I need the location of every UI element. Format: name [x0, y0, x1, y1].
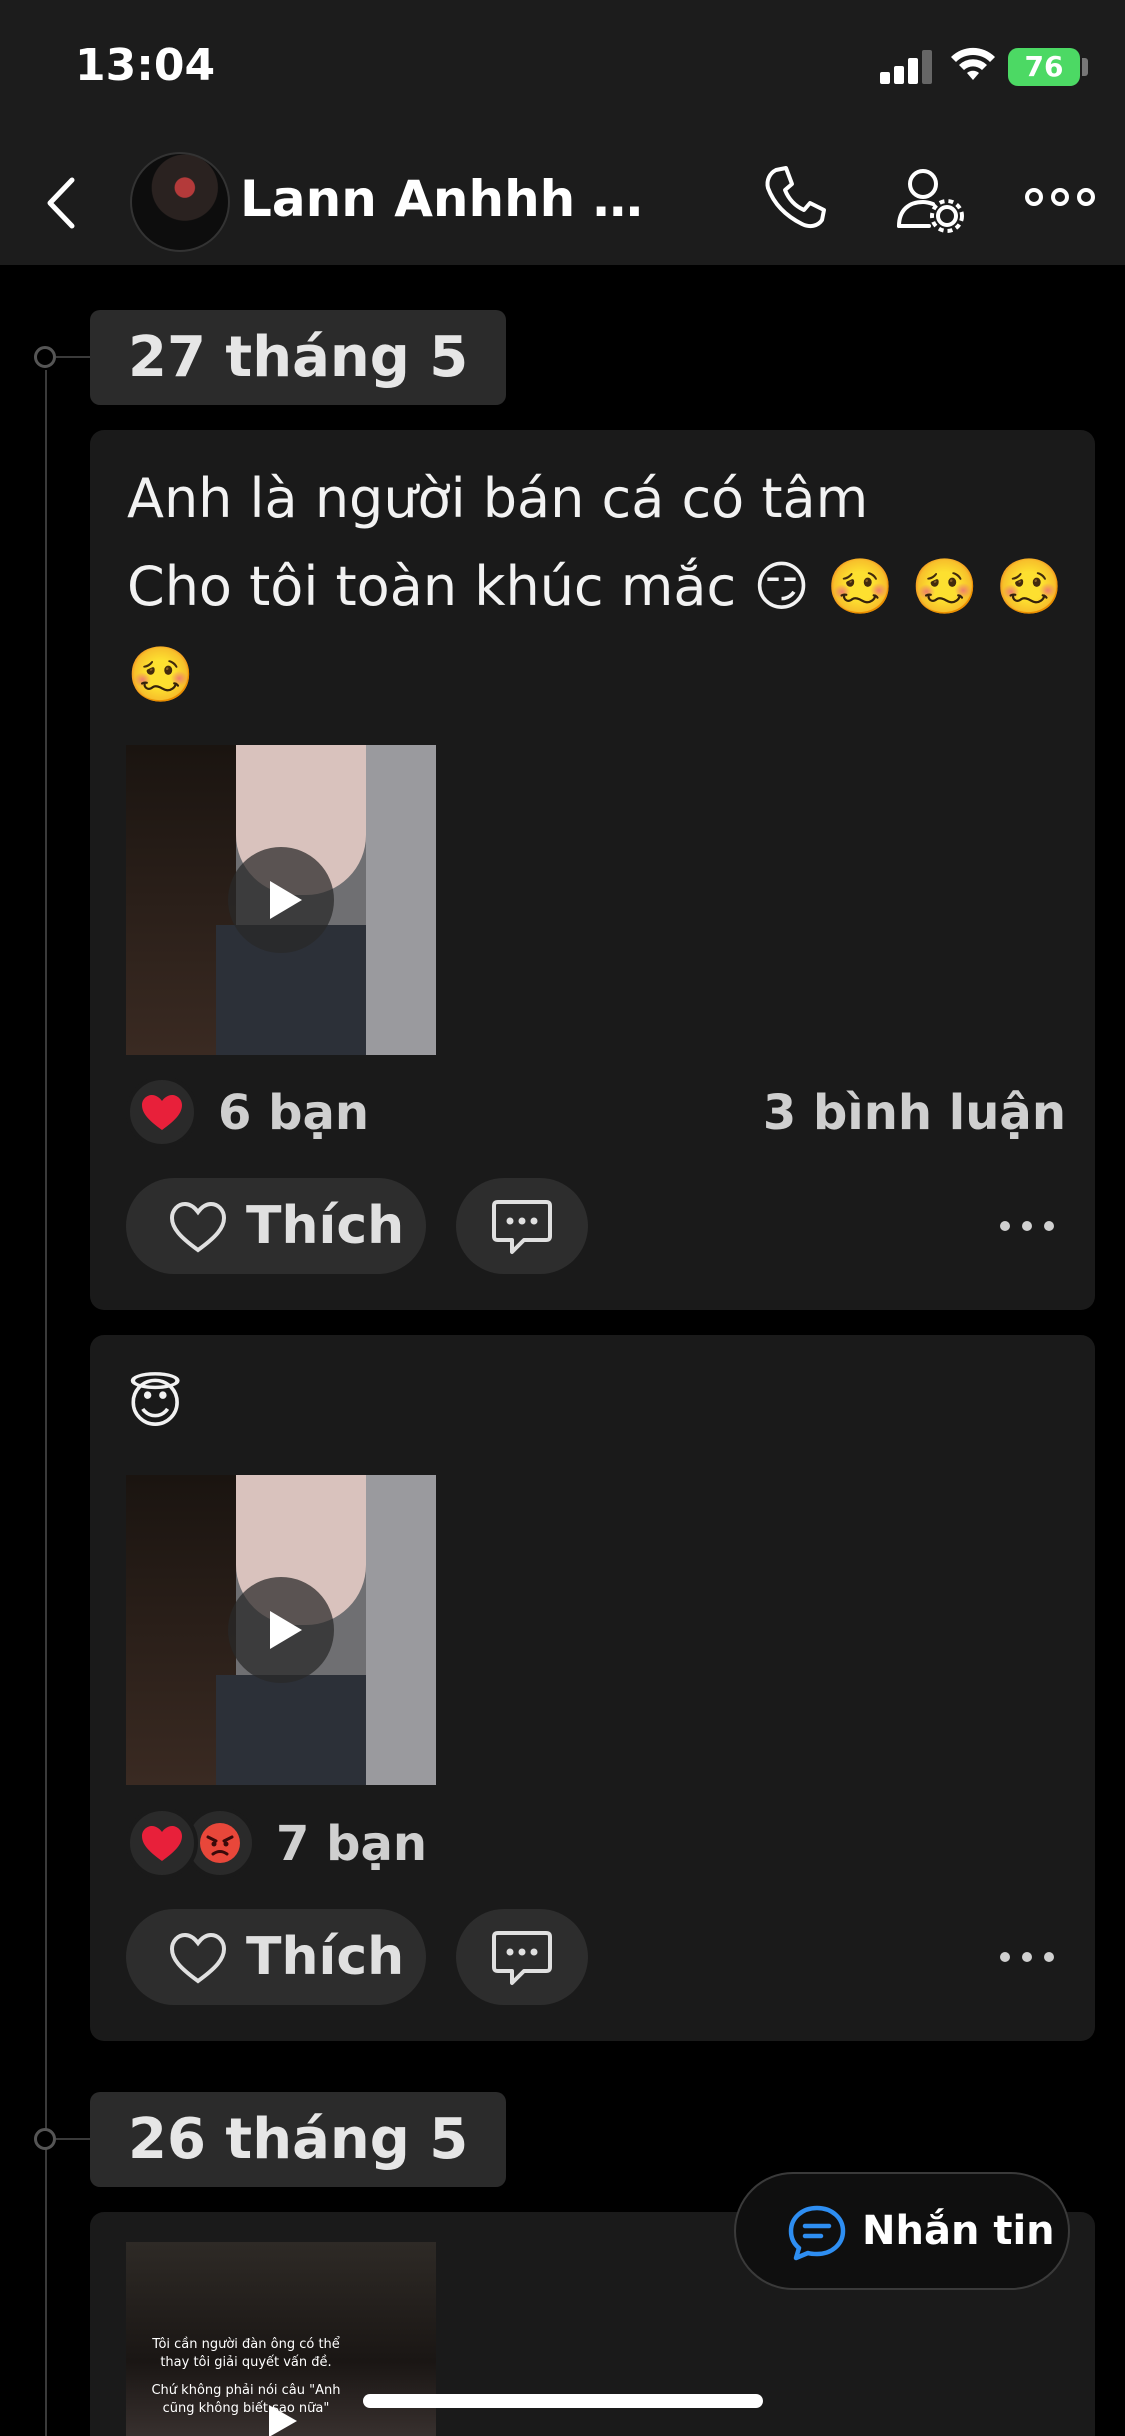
status-bar: 13:04 76	[0, 0, 1125, 140]
play-button[interactable]	[228, 847, 334, 953]
heart-reaction-icon	[126, 1807, 198, 1879]
page-title[interactable]: Lann Anhhh 0...	[240, 170, 660, 228]
post-text: Anh là người bán cá có tâm Cho tôi toàn …	[127, 455, 1067, 719]
signal-icon	[880, 48, 936, 84]
comment-button[interactable]	[456, 1178, 588, 1274]
comment-icon	[492, 1931, 552, 1985]
profile-settings-icon[interactable]	[895, 164, 965, 234]
thumbnail-image-part	[366, 745, 436, 1055]
more-icon[interactable]	[997, 1216, 1057, 1236]
play-icon	[270, 1611, 302, 1649]
like-button[interactable]: Thích	[126, 1178, 426, 1274]
video-thumbnail[interactable]	[126, 745, 436, 1055]
reaction-summary[interactable]: 6 bạn 3 bình luận	[126, 1070, 1066, 1150]
avatar[interactable]	[130, 152, 230, 252]
heart-icon	[169, 1201, 227, 1253]
video-caption: Tôi cần người đàn ông có thể thay tôi gi…	[152, 2337, 340, 2370]
back-icon[interactable]	[36, 168, 86, 238]
date-label: 27 tháng 5	[90, 310, 507, 405]
timeline-tick	[56, 2138, 90, 2140]
heart-reaction-icon	[126, 1076, 198, 1148]
like-label: Thích	[246, 1196, 405, 1256]
play-icon[interactable]	[266, 2402, 300, 2436]
reaction-count[interactable]: 6 bạn	[218, 1078, 369, 1148]
timeline-node	[34, 2128, 56, 2150]
more-icon[interactable]	[1024, 182, 1096, 212]
more-icon[interactable]	[997, 1947, 1057, 1967]
post-card: Anh là người bán cá có tâm Cho tôi toàn …	[90, 430, 1095, 1310]
play-icon	[270, 881, 302, 919]
comment-count[interactable]: 3 bình luận	[763, 1078, 1066, 1148]
timeline-node	[34, 346, 56, 368]
post-text: 😇	[127, 1372, 184, 1435]
heart-icon	[169, 1932, 227, 1984]
reaction-summary[interactable]: 7 bạn	[126, 1801, 1066, 1881]
profile-header: Lann Anhhh 0...	[0, 140, 1125, 265]
date-label: 26 tháng 5	[90, 2092, 507, 2187]
video-caption: Chứ không phải nói câu "Anh cũng không b…	[151, 2383, 341, 2416]
battery-tip	[1082, 58, 1088, 76]
post-text-line: Cho tôi toàn khúc mắc 😏 🥴 🥴 🥴	[127, 555, 1063, 618]
battery-indicator: 76	[1008, 48, 1080, 86]
video-thumbnail[interactable]	[126, 1475, 436, 1785]
timeline-tick	[56, 356, 90, 358]
post-text-line: 🥴	[127, 643, 195, 706]
post-text-line: Anh là người bán cá có tâm	[127, 467, 869, 530]
message-button[interactable]: Nhắn tin	[734, 2172, 1070, 2290]
post-card: 😇 7 bạn Thích	[90, 1335, 1095, 2041]
status-time: 13:04	[75, 40, 216, 91]
timeline-line	[45, 370, 47, 2436]
comment-icon	[492, 1200, 552, 1254]
message-button-label: Nhắn tin	[862, 2208, 1055, 2254]
thumbnail-image-part	[366, 1475, 436, 1785]
play-button[interactable]	[228, 1577, 334, 1683]
like-button[interactable]: Thích	[126, 1909, 426, 2005]
call-icon[interactable]	[762, 162, 828, 232]
wifi-icon	[951, 47, 995, 80]
reaction-count[interactable]: 7 bạn	[276, 1809, 427, 1879]
home-indicator[interactable]	[363, 2394, 763, 2408]
like-label: Thích	[246, 1927, 405, 1987]
message-icon	[788, 2205, 846, 2261]
comment-button[interactable]	[456, 1909, 588, 2005]
